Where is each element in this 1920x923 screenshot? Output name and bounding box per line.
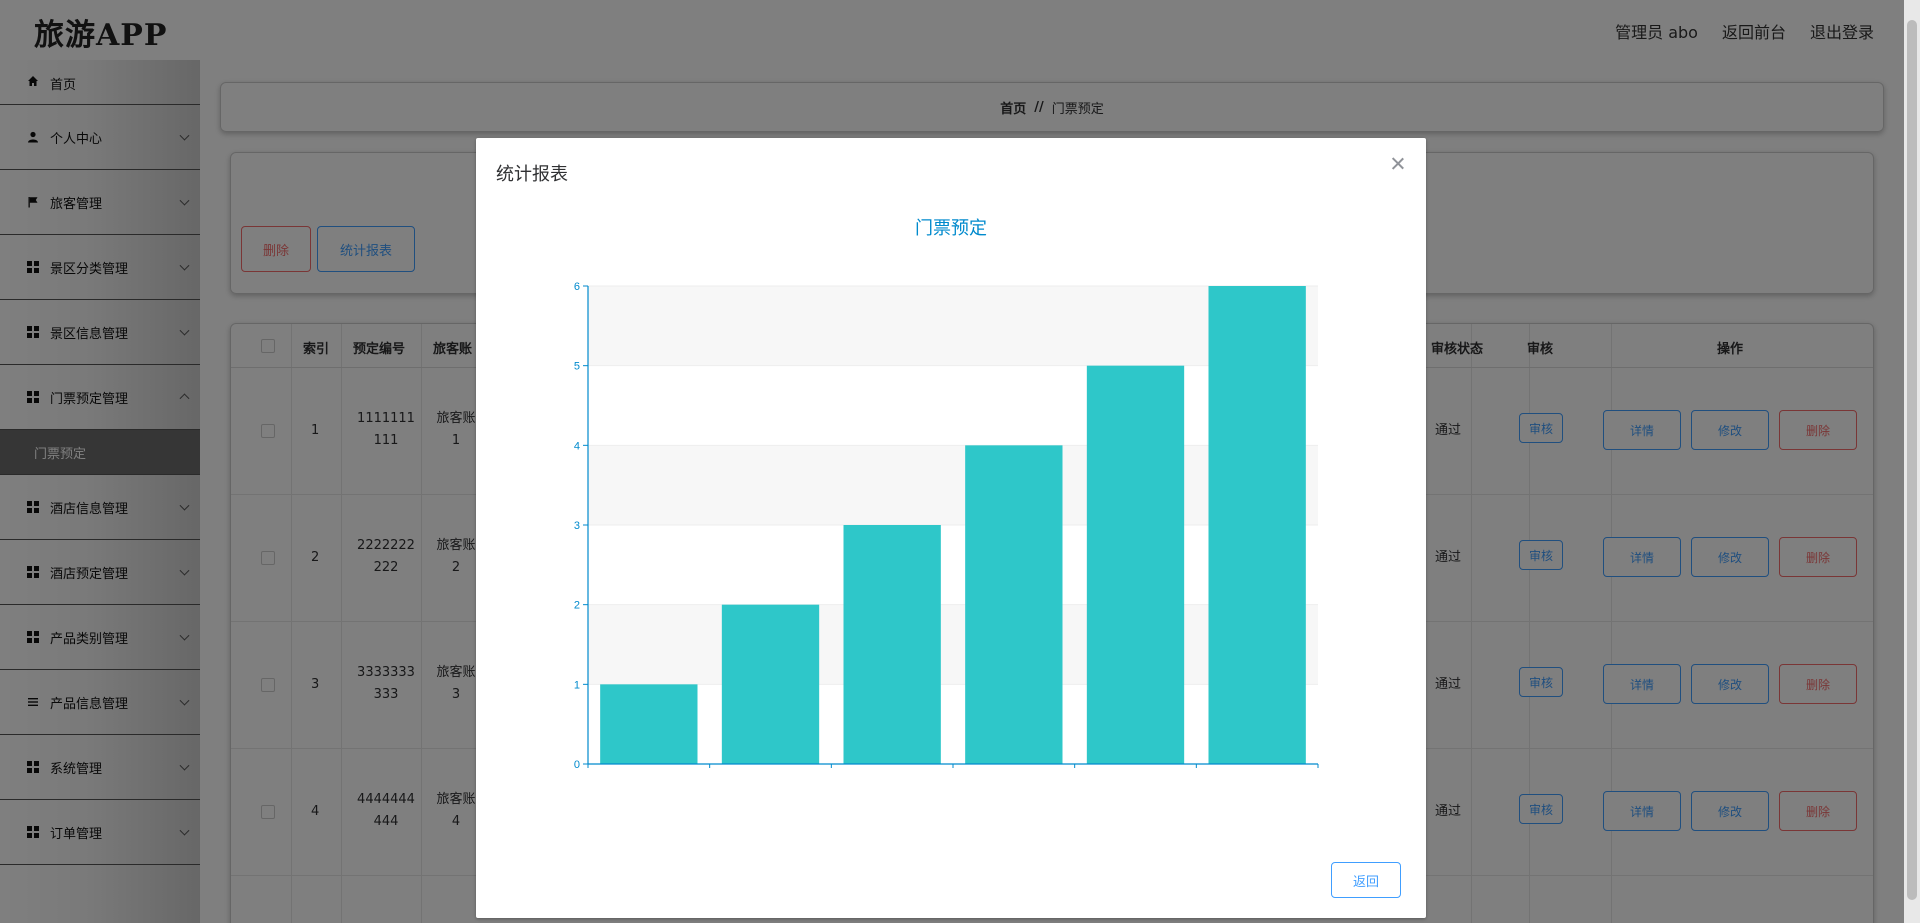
bar	[1208, 286, 1306, 764]
close-icon[interactable]	[1388, 154, 1408, 174]
y-tick-label: 3	[574, 520, 580, 532]
y-tick-label: 0	[574, 759, 580, 768]
bar	[843, 525, 941, 764]
page-scrollbar[interactable]	[1904, 0, 1920, 923]
y-tick-label: 2	[574, 600, 580, 612]
scroll-thumb[interactable]	[1907, 20, 1917, 900]
bar-chart: 门票预定 0123456景区名称1景区名称2景区名称3景区名称4景区名称5景区名…	[476, 208, 1426, 783]
y-tick-label: 6	[574, 281, 580, 293]
bar	[721, 604, 820, 764]
bar	[965, 445, 1063, 764]
stats-dialog: 统计报表 门票预定 0123456景区名称1景区名称2景区名称3景区名称4景区名…	[476, 138, 1426, 918]
bar	[1086, 365, 1185, 764]
y-tick-label: 5	[574, 361, 580, 373]
chart-title: 门票预定	[915, 218, 987, 238]
chart-svg: 门票预定 0123456景区名称1景区名称2景区名称3景区名称4景区名称5景区名…	[574, 218, 1319, 783]
bar	[600, 684, 698, 764]
dialog-back-button[interactable]: 返回	[1331, 862, 1401, 898]
dialog-title: 统计报表	[496, 164, 568, 185]
y-tick-label: 1	[574, 679, 580, 691]
y-tick-label: 4	[574, 440, 580, 452]
